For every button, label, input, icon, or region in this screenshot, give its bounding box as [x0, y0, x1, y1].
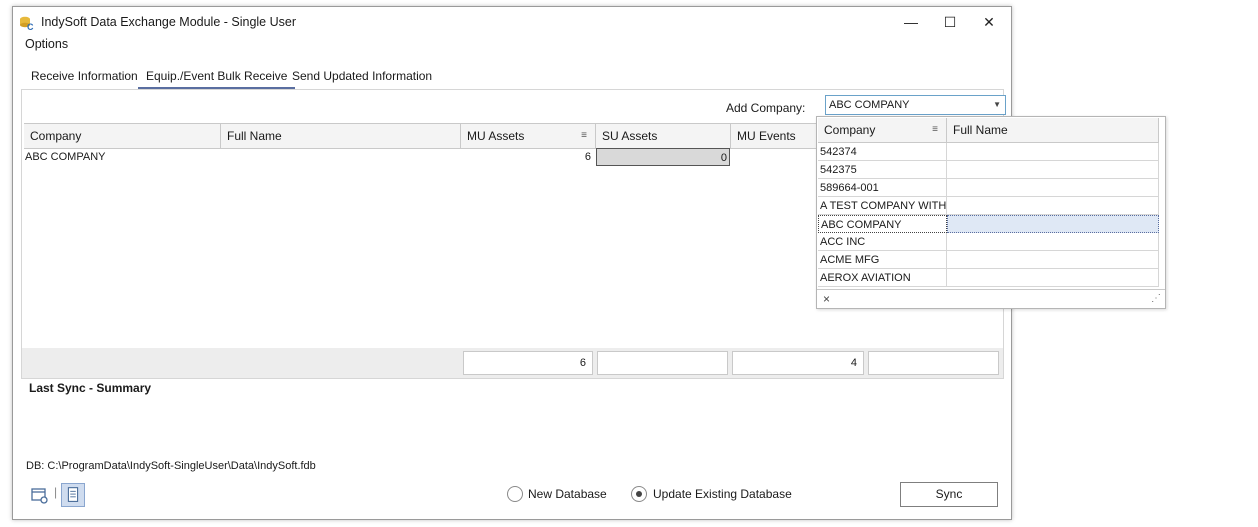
dropdown-cell-full-name[interactable] [947, 197, 1159, 215]
maximize-button[interactable]: ☐ [932, 9, 968, 35]
total-su-assets [597, 351, 728, 375]
dropdown-col-company-label: Company [824, 123, 876, 137]
dropdown-cell-company[interactable]: 542374 [818, 143, 947, 161]
col-mu-events[interactable]: MU Events [731, 124, 821, 148]
svg-text:C: C [27, 22, 34, 31]
dropdown-cell-company[interactable]: 542375 [818, 161, 947, 179]
dropdown-cell-company[interactable]: ACC INC [818, 233, 947, 251]
settings-icon[interactable] [27, 483, 51, 507]
list-item[interactable]: ACC INC [818, 233, 1159, 251]
window-title: IndySoft Data Exchange Module - Single U… [41, 15, 296, 29]
company-dropdown-popup: Company ≡ Full Name 542374 542375 589664… [816, 116, 1166, 309]
clear-icon[interactable]: × [823, 292, 830, 306]
dropdown-cell-company[interactable]: AEROX AVIATION [818, 269, 947, 287]
update-existing-radio[interactable] [631, 486, 647, 502]
title-bar: C IndySoft Data Exchange Module - Single… [13, 7, 1011, 37]
dropdown-header: Company ≡ Full Name [818, 118, 1159, 143]
total-mu-assets: 6 [463, 351, 593, 375]
col-su-assets[interactable]: SU Assets [596, 124, 731, 148]
dropdown-cell-company[interactable]: ABC COMPANY [818, 215, 947, 233]
tab-send-updated[interactable]: Send Updated Information [292, 65, 432, 87]
menu-bar: Options [25, 37, 68, 55]
dropdown-footer: × ⋰ [817, 289, 1165, 310]
dropdown-col-company[interactable]: Company ≡ [818, 118, 947, 142]
resize-grip-icon[interactable]: ⋰ [1151, 293, 1161, 304]
toolbar-separator: | [54, 485, 58, 499]
dropdown-col-full-name[interactable]: Full Name [947, 118, 1159, 142]
add-company-label: Add Company: [726, 101, 806, 115]
totals-bar: 6 4 [22, 348, 1003, 378]
report-icon[interactable] [61, 483, 85, 507]
tab-bulk-receive[interactable]: Equip./Event Bulk Receive [138, 65, 296, 89]
dropdown-cell-full-name[interactable] [947, 179, 1159, 197]
dropdown-cell-full-name[interactable] [947, 215, 1159, 233]
last-sync-summary-title: Last Sync - Summary [29, 381, 152, 395]
dropdown-cell-full-name[interactable] [947, 251, 1159, 269]
col-company[interactable]: Company [24, 124, 221, 148]
minimize-button[interactable]: — [893, 9, 929, 35]
new-database-radio[interactable] [507, 486, 523, 502]
sort-icon: ≡ [932, 124, 938, 135]
cell-mu-assets[interactable]: 6 [461, 148, 593, 166]
add-company-combo[interactable]: ABC COMPANY ▼ [825, 95, 1006, 115]
cell-company[interactable]: ABC COMPANY [24, 148, 221, 166]
chevron-down-icon[interactable]: ▼ [993, 100, 1001, 109]
dropdown-cell-full-name[interactable] [947, 143, 1159, 161]
menu-options[interactable]: Options [25, 37, 68, 51]
update-existing-label[interactable]: Update Existing Database [653, 487, 792, 501]
dropdown-cell-full-name[interactable] [947, 161, 1159, 179]
col-full-name[interactable]: Full Name [221, 124, 461, 148]
list-item[interactable]: AEROX AVIATION [818, 269, 1159, 287]
radio-selected-dot [636, 491, 642, 497]
sort-icon: ≡ [581, 130, 587, 141]
list-item[interactable]: 542374 [818, 143, 1159, 161]
list-item[interactable]: 542375 [818, 161, 1159, 179]
list-item[interactable]: 589664-001 [818, 179, 1159, 197]
total-su-events [868, 351, 999, 375]
dropdown-cell-company[interactable]: 589664-001 [818, 179, 947, 197]
list-item-selected[interactable]: ABC COMPANY [818, 215, 1159, 233]
cell-full-name[interactable] [221, 148, 461, 166]
close-button[interactable]: ✕ [971, 9, 1007, 35]
col-mu-assets[interactable]: MU Assets ≡ [461, 124, 596, 148]
sync-button[interactable]: Sync [900, 482, 998, 507]
list-item[interactable]: ACME MFG [818, 251, 1159, 269]
new-database-label[interactable]: New Database [528, 487, 607, 501]
list-item[interactable]: A TEST COMPANY WITH I [818, 197, 1159, 215]
tab-receive-information[interactable]: Receive Information [31, 65, 138, 87]
add-company-value: ABC COMPANY [829, 99, 910, 111]
total-mu-events: 4 [732, 351, 864, 375]
cell-mu-events[interactable] [731, 148, 821, 166]
dropdown-cell-company[interactable]: ACME MFG [818, 251, 947, 269]
dropdown-cell-company[interactable]: A TEST COMPANY WITH I [818, 197, 947, 215]
col-mu-assets-label: MU Assets [467, 129, 525, 143]
dropdown-cell-full-name[interactable] [947, 269, 1159, 287]
db-path: DB: C:\ProgramData\IndySoft-SingleUser\D… [26, 460, 316, 472]
app-icon: C [20, 16, 34, 31]
cell-su-assets[interactable]: 0 [596, 148, 730, 166]
dropdown-cell-full-name[interactable] [947, 233, 1159, 251]
